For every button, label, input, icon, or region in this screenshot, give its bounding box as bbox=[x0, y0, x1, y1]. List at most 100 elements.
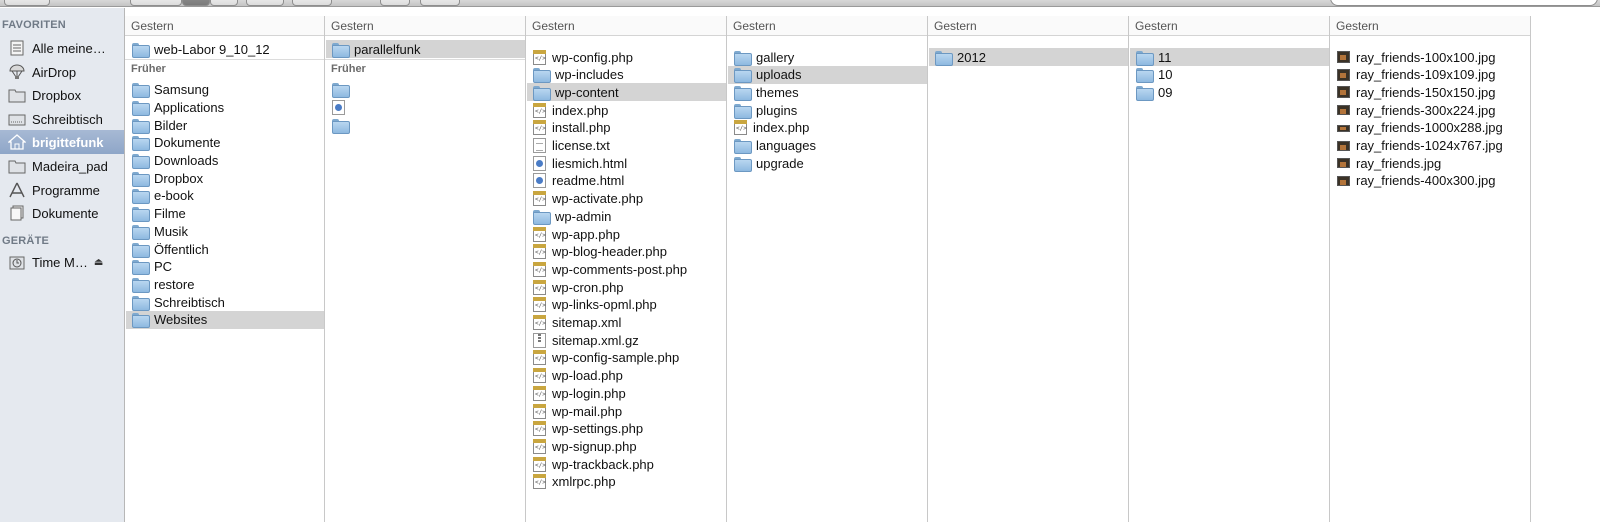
folder-row[interactable]: 10 bbox=[1130, 66, 1329, 84]
sidebar-item-home[interactable]: brigittefunk bbox=[0, 130, 124, 154]
folder-icon bbox=[332, 42, 350, 58]
sidebar-item-documents[interactable]: Dokumente bbox=[0, 201, 124, 225]
share-button[interactable] bbox=[420, 0, 460, 6]
sidebar-item-airdrop[interactable]: AirDrop bbox=[0, 60, 124, 84]
folder-row[interactable]: Musik bbox=[126, 222, 324, 240]
sidebar-item-dropbox[interactable]: Dropbox bbox=[0, 83, 124, 107]
search-input[interactable] bbox=[1330, 0, 1598, 6]
file-row[interactable]: sitemap.xml.gz bbox=[527, 331, 726, 349]
browser-column-6[interactable]: Gestern 11 10 09 bbox=[1129, 16, 1330, 522]
item-label: 2012 bbox=[957, 49, 986, 65]
folder-row[interactable]: 09 bbox=[1130, 83, 1329, 101]
browser-column-7[interactable]: Gestern ray_friends-100x100.jpg ray_friend… bbox=[1330, 16, 1531, 522]
folder-row[interactable]: Filme bbox=[126, 205, 324, 223]
folder-row[interactable]: Bilder bbox=[126, 116, 324, 134]
browser-column-2[interactable]: Gestern parallelfunk Früher bbox=[325, 16, 526, 522]
action-button[interactable] bbox=[380, 0, 410, 6]
file-row[interactable]: wp-login.php bbox=[527, 384, 726, 402]
file-row[interactable] bbox=[326, 98, 525, 116]
browser-column-1[interactable]: Gestern web-Labor 9_10_12 Früher Samsung App… bbox=[125, 16, 325, 522]
folder-row[interactable]: Schreibtisch bbox=[126, 293, 324, 311]
view-list-button[interactable] bbox=[182, 0, 210, 6]
file-row[interactable]: wp-links-opml.php bbox=[527, 296, 726, 314]
file-row[interactable]: ray_friends-1000x288.jpg bbox=[1331, 119, 1530, 137]
folder-row[interactable]: Samsung bbox=[126, 81, 324, 99]
file-row[interactable]: ray_friends.jpg bbox=[1331, 154, 1530, 172]
file-row[interactable]: wp-cron.php bbox=[527, 278, 726, 296]
folder-row[interactable]: Dokumente bbox=[126, 134, 324, 152]
folder-row[interactable]: themes bbox=[728, 83, 927, 101]
sidebar-item-madeira-pad[interactable]: Madeira_pad bbox=[0, 154, 124, 178]
folder-row[interactable]: PC bbox=[126, 258, 324, 276]
folder-row[interactable]: Öffentlich bbox=[126, 240, 324, 258]
folder-row[interactable]: 11 bbox=[1130, 48, 1329, 66]
file-row[interactable]: wp-load.php bbox=[527, 367, 726, 385]
folder-row[interactable]: uploads bbox=[728, 65, 927, 84]
folder-icon bbox=[1136, 50, 1154, 66]
folder-row[interactable]: upgrade bbox=[728, 154, 927, 172]
sidebar-item-desktop[interactable]: Schreibtisch bbox=[0, 107, 124, 131]
folder-row[interactable] bbox=[326, 116, 525, 134]
file-row[interactable]: index.php bbox=[728, 119, 927, 137]
browser-column-4[interactable]: Gestern gallery uploadsthemes plugins index.… bbox=[727, 16, 928, 522]
file-row[interactable]: wp-config.php bbox=[527, 48, 726, 66]
folder-row[interactable] bbox=[326, 81, 525, 99]
file-row[interactable]: ray_friends-300x224.jpg bbox=[1331, 101, 1530, 119]
file-row[interactable]: wp-app.php bbox=[527, 225, 726, 243]
file-row[interactable]: ray_friends-1024x767.jpg bbox=[1331, 137, 1530, 155]
folder-row[interactable]: restore bbox=[126, 275, 324, 293]
file-row[interactable]: wp-comments-post.php bbox=[527, 260, 726, 278]
eject-icon[interactable]: ⏏ bbox=[94, 257, 103, 268]
folder-row[interactable]: web-Labor 9_10_12 bbox=[126, 40, 324, 58]
folder-row[interactable]: gallery bbox=[728, 48, 927, 66]
folder-icon bbox=[132, 242, 150, 258]
file-row[interactable]: xmlrpc.php bbox=[527, 473, 726, 491]
folder-row[interactable]: plugins bbox=[728, 101, 927, 119]
file-row[interactable]: liesmich.html bbox=[527, 154, 726, 172]
sidebar-item-applications[interactable]: Programme bbox=[0, 178, 124, 202]
browser-column-3[interactable]: Gestern wp-config.php wp-includeswp-conten… bbox=[526, 16, 727, 522]
folder-row[interactable]: parallelfunk bbox=[326, 40, 525, 58]
item-label: Downloads bbox=[154, 153, 219, 168]
folder-row[interactable]: 2012 bbox=[929, 48, 1128, 66]
file-row[interactable]: license.txt bbox=[527, 137, 726, 155]
file-row[interactable]: ray_friends-150x150.jpg bbox=[1331, 83, 1530, 101]
sidebar-item-label: Programme bbox=[32, 182, 100, 198]
view-coverflow-button[interactable] bbox=[246, 0, 284, 6]
folder-row[interactable]: wp-admin bbox=[527, 207, 726, 225]
file-row[interactable]: readme.html bbox=[527, 172, 726, 190]
file-row[interactable]: wp-config-sample.php bbox=[527, 349, 726, 367]
group-separator bbox=[325, 58, 525, 60]
folder-row[interactable]: Downloads bbox=[126, 152, 324, 170]
folder-row[interactable]: wp-includes bbox=[527, 66, 726, 84]
view-icon-button[interactable] bbox=[130, 0, 182, 6]
file-row[interactable]: ray_friends-109x109.jpg bbox=[1331, 66, 1530, 84]
item-label: Musik bbox=[154, 223, 188, 239]
file-row[interactable]: install.php bbox=[527, 119, 726, 137]
folder-row[interactable]: languages bbox=[728, 137, 927, 155]
folder-row[interactable]: e-book bbox=[126, 187, 324, 205]
file-row[interactable]: ray_friends-400x300.jpg bbox=[1331, 172, 1530, 190]
folder-row[interactable]: Applications bbox=[126, 98, 324, 116]
folder-row[interactable]: Websites bbox=[126, 310, 324, 329]
folder-row[interactable]: Dropbox bbox=[126, 169, 324, 187]
view-column-button[interactable] bbox=[210, 0, 238, 6]
php-file-icon bbox=[533, 279, 546, 295]
file-row[interactable]: wp-mail.php bbox=[527, 402, 726, 420]
folder-row[interactable]: wp-content bbox=[527, 83, 726, 102]
file-row[interactable]: wp-trackback.php bbox=[527, 455, 726, 473]
folder-icon bbox=[132, 100, 150, 116]
back-button[interactable] bbox=[4, 0, 50, 6]
sidebar-item-all-files[interactable]: Alle meine… bbox=[0, 36, 124, 60]
arrange-button[interactable] bbox=[292, 0, 332, 6]
file-row[interactable]: index.php bbox=[527, 101, 726, 119]
file-row[interactable]: ray_friends-100x100.jpg bbox=[1331, 48, 1530, 66]
file-row[interactable]: wp-signup.php bbox=[527, 437, 726, 455]
file-row[interactable]: wp-blog-header.php bbox=[527, 243, 726, 261]
browser-column-5[interactable]: Gestern 2012 bbox=[928, 16, 1129, 522]
sidebar-item-time-machine[interactable]: Time M… ⏏ bbox=[0, 250, 124, 274]
item-label: wp-content bbox=[555, 84, 619, 100]
file-row[interactable]: wp-settings.php bbox=[527, 420, 726, 438]
file-row[interactable]: sitemap.xml bbox=[527, 314, 726, 332]
file-row[interactable]: wp-activate.php bbox=[527, 190, 726, 208]
